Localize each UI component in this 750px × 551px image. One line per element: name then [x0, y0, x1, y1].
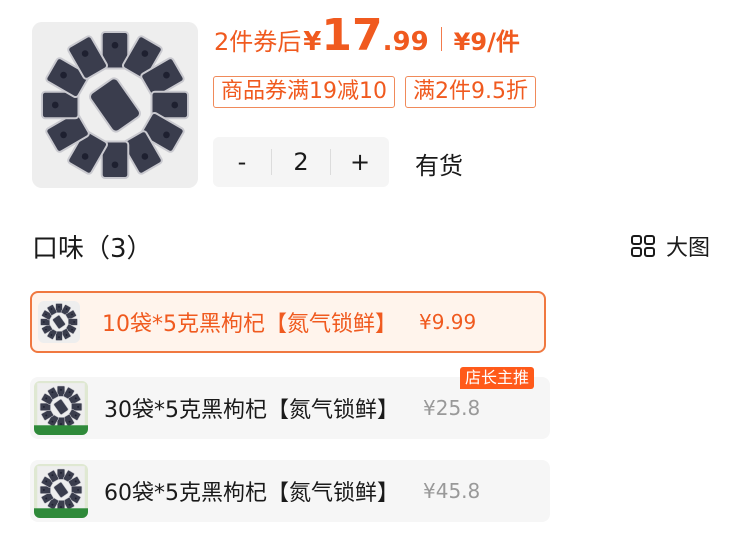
stock-status: 有货	[415, 152, 463, 180]
currency-symbol: ¥	[303, 27, 322, 57]
option-thumbnail	[34, 464, 88, 518]
grid-icon	[631, 235, 655, 257]
price-prefix: 2件券后	[214, 28, 302, 56]
quantity-value[interactable]: 2	[271, 149, 331, 175]
goji-packets-icon	[34, 381, 88, 435]
price-integer: 17	[321, 10, 383, 61]
quantity-stepper: - 2 +	[213, 137, 389, 187]
bigview-label: 大图	[666, 236, 711, 261]
flavor-section-title: 口味（3）	[32, 234, 153, 264]
option-name: 30袋*5克黑枸杞【氮气锁鲜】	[104, 398, 399, 423]
price-divider	[440, 27, 442, 51]
option-price: ¥9.99	[419, 310, 477, 334]
goji-packets-icon	[38, 301, 80, 343]
unit-price: ¥9/件	[453, 28, 520, 56]
option-price: ¥45.8	[423, 479, 481, 503]
flavor-option-60[interactable]: 60袋*5克黑枸杞【氮气锁鲜】 ¥45.8	[30, 460, 550, 522]
price-decimal: .99	[382, 27, 429, 57]
product-image[interactable]	[32, 22, 198, 188]
recommend-badge: 店长主推	[460, 367, 535, 389]
coupon-row: 商品券满19减10 满2件9.5折	[213, 76, 536, 108]
increase-button[interactable]: +	[331, 137, 389, 187]
price-line: 2件券后 ¥ 17 .99 ¥9/件	[214, 14, 520, 64]
coupon-tag[interactable]: 满2件9.5折	[405, 76, 536, 108]
bigview-toggle[interactable]: 大图	[630, 230, 710, 262]
decrease-button[interactable]: -	[213, 137, 271, 187]
option-thumbnail	[38, 301, 80, 343]
flavor-option-10[interactable]: 10袋*5克黑枸杞【氮气锁鲜】 ¥9.99	[30, 291, 546, 353]
option-name: 60袋*5克黑枸杞【氮气锁鲜】	[104, 481, 399, 506]
goji-packets-icon	[32, 22, 198, 188]
option-thumbnail	[34, 381, 88, 435]
option-price: ¥25.8	[423, 396, 481, 420]
option-name: 10袋*5克黑枸杞【氮气锁鲜】	[102, 312, 397, 337]
goji-packets-icon	[34, 464, 88, 518]
coupon-tag[interactable]: 商品券满19减10	[213, 76, 395, 108]
